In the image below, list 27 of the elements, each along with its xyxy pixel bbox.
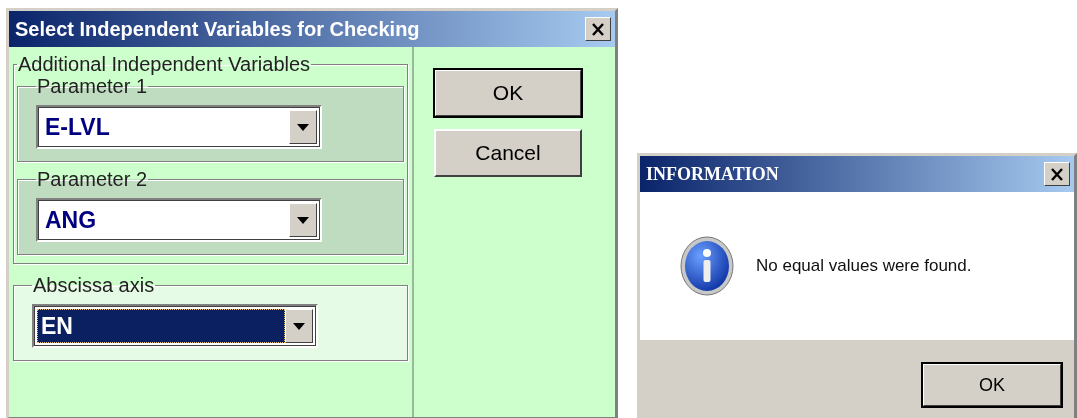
close-icon	[591, 22, 605, 36]
caret-icon	[293, 322, 305, 330]
dialog-button[interactable]: Cancel	[434, 129, 582, 177]
group-label: Additional Independent Variables	[18, 53, 311, 75]
dropdown-field[interactable]: EN	[32, 304, 318, 348]
window-title: Select Independent Variables for Checking	[15, 17, 421, 41]
dropdown-button[interactable]	[289, 110, 317, 144]
window-title: INFORMATION	[646, 163, 780, 185]
caret-icon	[297, 216, 309, 224]
dropdown-value: E-LVL	[44, 112, 111, 142]
dialog-button[interactable]: OK	[922, 363, 1062, 407]
message-text: No equal values were found.	[756, 256, 972, 276]
group-label: Parameter 2	[37, 168, 148, 190]
caret-icon	[297, 123, 309, 131]
dropdown-field[interactable]: ANG	[36, 198, 322, 242]
info-icon	[680, 236, 734, 296]
dialog-button[interactable]: OK	[434, 69, 582, 117]
dropdown-value: EN	[37, 309, 285, 343]
dropdown-field[interactable]: E-LVL	[36, 105, 322, 149]
dropdown-button[interactable]	[285, 309, 313, 343]
group-label: Parameter 1	[37, 75, 148, 97]
close-button[interactable]	[1044, 162, 1070, 186]
close-button[interactable]	[585, 17, 611, 41]
dropdown-button[interactable]	[289, 203, 317, 237]
dropdown-value: ANG	[44, 205, 98, 235]
group-label: Abscissa axis	[33, 274, 155, 296]
close-icon	[1050, 167, 1064, 181]
